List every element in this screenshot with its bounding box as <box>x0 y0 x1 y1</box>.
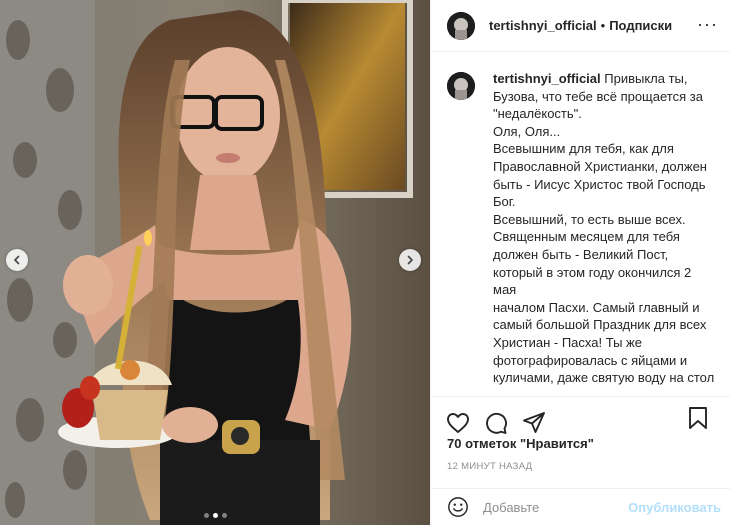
post-side-panel: tertishnyi_official • Подписки ··· terti… <box>430 0 730 525</box>
save-button[interactable] <box>685 405 711 431</box>
post-header: tertishnyi_official • Подписки ··· <box>431 0 730 52</box>
caption-username[interactable]: tertishnyi_official <box>493 71 601 86</box>
comment-input[interactable] <box>483 499 633 515</box>
caption-text: tertishnyi_official Привыкла ты, Бузова,… <box>493 70 715 388</box>
carousel-dot-active <box>212 513 218 518</box>
comment-button[interactable] <box>483 410 509 436</box>
post-media <box>0 0 430 525</box>
caption-avatar-image <box>447 72 475 100</box>
follow-status-button[interactable]: Подписки <box>609 18 672 33</box>
caption-avatar[interactable] <box>447 72 475 100</box>
caption-area: tertishnyi_official Привыкла ты, Бузова,… <box>431 70 730 388</box>
smile-icon[interactable] <box>447 496 469 518</box>
post-photo <box>0 0 430 525</box>
caption-body: Привыкла ты, Бузова, что тебе всё прощае… <box>493 71 715 388</box>
header-separator: • <box>600 18 606 33</box>
like-button[interactable] <box>445 410 471 436</box>
avatar[interactable] <box>447 11 475 40</box>
more-options-button[interactable]: ··· <box>697 14 718 35</box>
avatar-image <box>447 11 475 40</box>
comment-icon <box>486 412 507 434</box>
bookmark-icon <box>689 407 707 429</box>
carousel-indicator <box>0 513 430 518</box>
publish-button[interactable]: Опубликовать <box>628 500 721 515</box>
author-username[interactable]: tertishnyi_official <box>489 18 597 33</box>
chevron-right-icon <box>407 255 413 265</box>
post-timestamp[interactable]: 12 МИНУТ НАЗАД <box>447 461 532 472</box>
comment-form: Опубликовать <box>431 488 730 525</box>
share-button[interactable] <box>521 410 547 436</box>
carousel-dot <box>221 513 227 518</box>
previous-slide-button[interactable] <box>6 249 28 271</box>
chevron-left-icon <box>14 255 20 265</box>
carousel-dot <box>203 513 209 518</box>
next-slide-button[interactable] <box>399 249 421 271</box>
post-actions <box>431 396 730 438</box>
instagram-post: tertishnyi_official • Подписки ··· terti… <box>0 0 730 525</box>
share-icon <box>523 411 545 433</box>
likes-count[interactable]: 70 отметок "Нравится" <box>447 436 594 451</box>
heart-icon <box>447 412 469 433</box>
